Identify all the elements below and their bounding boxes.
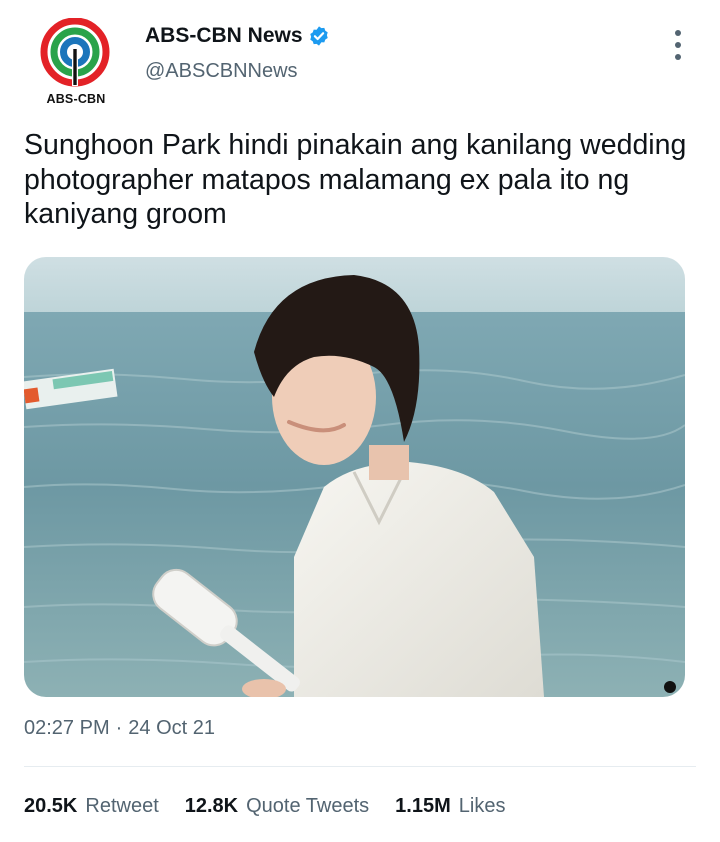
tweet-media-photo[interactable]	[24, 257, 685, 697]
profile-avatar[interactable]: ABS-CBN	[24, 18, 128, 108]
tweet-date: 24 Oct 21	[128, 717, 215, 739]
retweets-stat[interactable]: 20.5K Retweet	[24, 795, 159, 818]
quote-tweets-stat[interactable]: 12.8K Quote Tweets	[185, 795, 369, 818]
tweet-timestamp[interactable]: 02:27 PM · 24 Oct 21	[24, 717, 215, 740]
photo-illustration	[24, 257, 685, 697]
abs-cbn-logo-icon	[40, 18, 110, 87]
quote-tweets-count: 12.8K	[184, 795, 239, 817]
tweet-time: 02:27 PM	[24, 717, 110, 739]
meta-separator: ·	[115, 717, 123, 739]
engagement-stats: 20.5K Retweet 12.8K Quote Tweets 1.15M L…	[24, 795, 531, 818]
retweets-count: 20.5K	[24, 795, 78, 817]
likes-count: 1.15M	[395, 795, 451, 817]
more-options-icon[interactable]	[663, 28, 693, 62]
display-name[interactable]: ABS-CBN News	[145, 24, 303, 48]
user-handle[interactable]: @ABSCBNNews	[145, 60, 298, 83]
likes-stat[interactable]: 1.15M Likes	[395, 795, 505, 818]
verified-badge-icon	[309, 26, 328, 46]
tweet-header: ABS-CBN ABS-CBN News @ABSCBNNews	[0, 0, 720, 115]
divider	[24, 766, 696, 767]
tweet-text: Sunghoon Park hindi pinakain ang kanilan…	[24, 129, 687, 230]
name-row: ABS-CBN News	[145, 22, 330, 50]
retweets-label: Retweet	[85, 795, 159, 817]
avatar-logo-text: ABS-CBN	[46, 92, 106, 106]
likes-label: Likes	[458, 795, 506, 817]
quote-tweets-label: Quote Tweets	[246, 795, 370, 817]
